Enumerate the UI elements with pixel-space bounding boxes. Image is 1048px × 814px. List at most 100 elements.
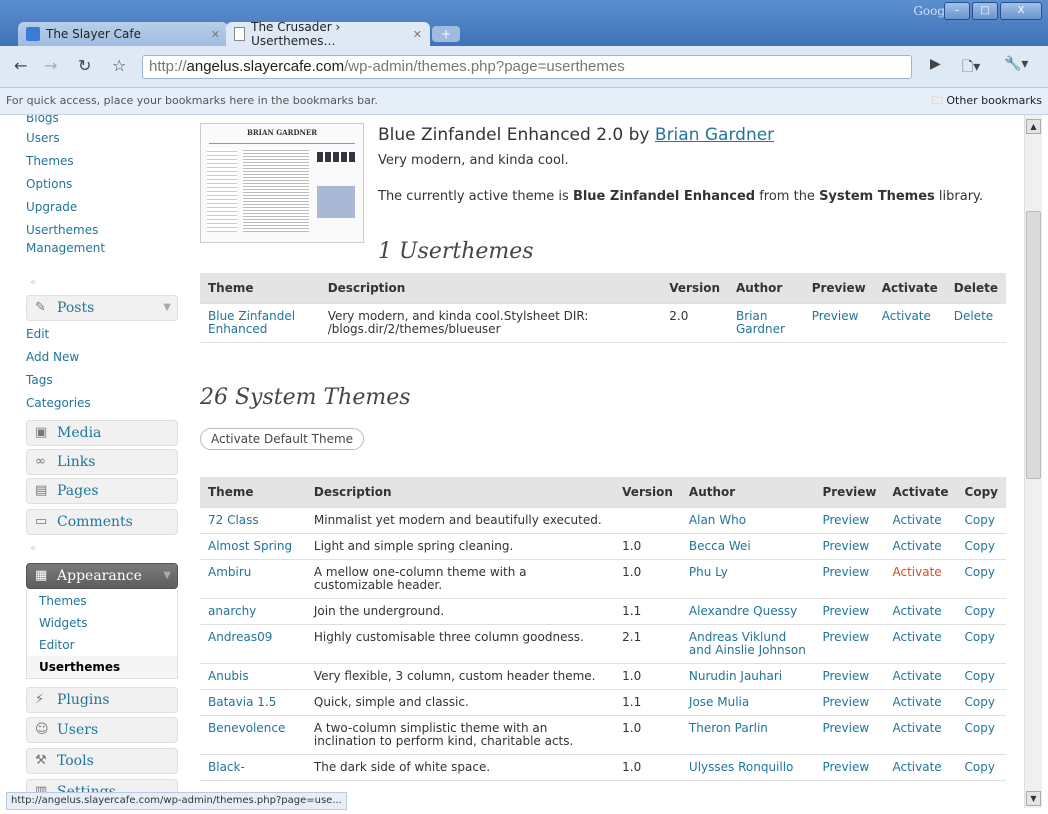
copy-link[interactable]: Copy — [965, 513, 995, 527]
close-icon[interactable]: ✕ — [211, 28, 220, 41]
theme-link[interactable]: Batavia 1.5 — [208, 695, 276, 709]
activate-link[interactable]: Activate — [892, 604, 941, 618]
submenu-edit[interactable]: Edit — [6, 323, 182, 346]
chevron-down-icon[interactable]: ▼ — [163, 296, 171, 320]
menu-appearance[interactable]: ▦ Appearance ▼ — [26, 563, 178, 589]
preview-link[interactable]: Preview — [822, 565, 869, 579]
wrench-icon[interactable]: 🔧▾ — [1004, 56, 1028, 72]
theme-link[interactable]: Almost Spring — [208, 539, 292, 553]
menu-item-users[interactable]: Users — [6, 127, 182, 150]
author-link[interactable]: Becca Wei — [689, 539, 751, 553]
other-bookmarks[interactable]: 🗀 Other bookmarks — [932, 88, 1042, 114]
submenu-tags[interactable]: Tags — [6, 369, 182, 392]
theme-link[interactable]: Benevolence — [208, 721, 285, 735]
tab-slayer-cafe[interactable]: The Slayer Cafe ✕ — [18, 22, 228, 46]
copy-link[interactable]: Copy — [965, 760, 995, 774]
author-link[interactable]: Phu Ly — [689, 565, 728, 579]
submenu-widgets[interactable]: Widgets — [27, 612, 177, 634]
preview-link[interactable]: Preview — [822, 760, 869, 774]
scroll-down-icon[interactable]: ▼ — [1026, 791, 1041, 806]
theme-link[interactable]: Blue Zinfandel Enhanced — [208, 309, 295, 336]
menu-item-themes[interactable]: Themes — [6, 150, 182, 173]
submenu-userthemes-current[interactable]: Userthemes — [27, 656, 177, 678]
forward-icon[interactable]: → — [44, 56, 57, 75]
activate-link[interactable]: Activate — [882, 309, 931, 323]
theme-link[interactable]: anarchy — [208, 604, 256, 618]
copy-link[interactable]: Copy — [965, 721, 995, 735]
theme-link[interactable]: Ambiru — [208, 565, 251, 579]
address-bar[interactable]: http://angelus.slayercafe.com/wp-admin/t… — [142, 55, 912, 79]
current-theme-author-link[interactable]: Brian Gardner — [655, 125, 774, 145]
preview-link[interactable]: Preview — [822, 721, 869, 735]
activate-link[interactable]: Activate — [892, 669, 941, 683]
activate-link[interactable]: Activate — [892, 721, 941, 735]
menu-comments[interactable]: ▭ Comments — [26, 509, 178, 535]
copy-link[interactable]: Copy — [965, 565, 995, 579]
author-link[interactable]: Nurudin Jauhari — [689, 669, 782, 683]
theme-link[interactable]: Andreas09 — [208, 630, 272, 644]
copy-link[interactable]: Copy — [965, 604, 995, 618]
preview-link[interactable]: Preview — [822, 539, 869, 553]
preview-link[interactable]: Preview — [822, 630, 869, 644]
author-link[interactable]: Andreas Viklund and Ainslie Johnson — [689, 630, 806, 657]
maximize-button[interactable]: □ — [972, 2, 998, 20]
menu-posts[interactable]: ✎ Posts ▼ — [26, 295, 178, 321]
copy-link[interactable]: Copy — [965, 695, 995, 709]
menu-links[interactable]: ∞ Links — [26, 449, 178, 475]
activate-link[interactable]: Activate — [892, 760, 941, 774]
preview-link[interactable]: Preview — [822, 604, 869, 618]
submenu-add-new[interactable]: Add New — [6, 346, 182, 369]
copy-link[interactable]: Copy — [965, 539, 995, 553]
chevron-down-icon[interactable]: ▼ — [163, 564, 171, 588]
preview-link[interactable]: Preview — [812, 309, 859, 323]
submenu-categories[interactable]: Categories — [6, 392, 182, 415]
author-link[interactable]: Alan Who — [689, 513, 746, 527]
menu-users[interactable]: ☺ Users — [26, 717, 178, 743]
author-link[interactable]: Brian Gardner — [736, 309, 785, 336]
scroll-up-icon[interactable]: ▲ — [1026, 119, 1041, 134]
author-link[interactable]: Alexandre Quessy — [689, 604, 797, 618]
preview-link[interactable]: Preview — [822, 513, 869, 527]
copy-link[interactable]: Copy — [965, 630, 995, 644]
activate-default-theme-button[interactable]: Activate Default Theme — [200, 428, 365, 450]
tab-userthemes[interactable]: The Crusader › Userthemes… ✕ — [226, 20, 430, 48]
activate-link[interactable]: Activate — [892, 630, 941, 644]
author-link[interactable]: Jose Mulia — [689, 695, 749, 709]
menu-item-upgrade[interactable]: Upgrade — [6, 196, 182, 219]
collapse-icon[interactable]: « — [30, 543, 36, 554]
activate-link[interactable]: Activate — [892, 565, 941, 579]
menu-item-blogs[interactable]: Blogs — [6, 115, 182, 127]
preview-link[interactable]: Preview — [822, 669, 869, 683]
menu-media[interactable]: ▣ Media — [26, 420, 178, 446]
preview-link[interactable]: Preview — [822, 695, 869, 709]
menu-pages[interactable]: ▤ Pages — [26, 478, 178, 504]
author-link[interactable]: Theron Parlin — [689, 721, 768, 735]
minimize-button[interactable]: – — [944, 2, 970, 20]
activate-link[interactable]: Activate — [892, 539, 941, 553]
submenu-editor[interactable]: Editor — [27, 634, 177, 656]
play-icon[interactable]: ▶ — [930, 56, 941, 72]
close-icon[interactable]: ✕ — [413, 28, 422, 41]
scrollbar-thumb[interactable] — [1026, 211, 1041, 479]
theme-link[interactable]: Anubis — [208, 669, 249, 683]
page-menu-icon[interactable]: 🗋▾ — [962, 56, 980, 80]
author-link[interactable]: Ulysses Ronquillo — [689, 760, 793, 774]
vertical-scrollbar[interactable]: ▲ ▼ — [1024, 115, 1042, 808]
activate-link[interactable]: Activate — [892, 513, 941, 527]
menu-plugins[interactable]: ⚡ Plugins — [26, 687, 178, 713]
copy-link[interactable]: Copy — [965, 669, 995, 683]
new-tab-button[interactable]: + — [432, 26, 460, 42]
menu-item-userthemes-management[interactable]: Userthemes Management — [6, 219, 182, 257]
back-icon[interactable]: ← — [14, 56, 27, 75]
menu-tools[interactable]: ⚒ Tools — [26, 748, 178, 774]
collapse-icon[interactable]: « — [30, 277, 36, 288]
theme-link[interactable]: 72 Class — [208, 513, 259, 527]
delete-link[interactable]: Delete — [954, 309, 993, 323]
menu-item-options[interactable]: Options — [6, 173, 182, 196]
activate-link[interactable]: Activate — [892, 695, 941, 709]
submenu-themes[interactable]: Themes — [27, 590, 177, 612]
star-icon[interactable]: ☆ — [112, 56, 126, 75]
close-window-button[interactable]: X — [1000, 2, 1042, 20]
reload-icon[interactable]: ↻ — [78, 56, 91, 75]
theme-link[interactable]: Black- — [208, 760, 245, 774]
